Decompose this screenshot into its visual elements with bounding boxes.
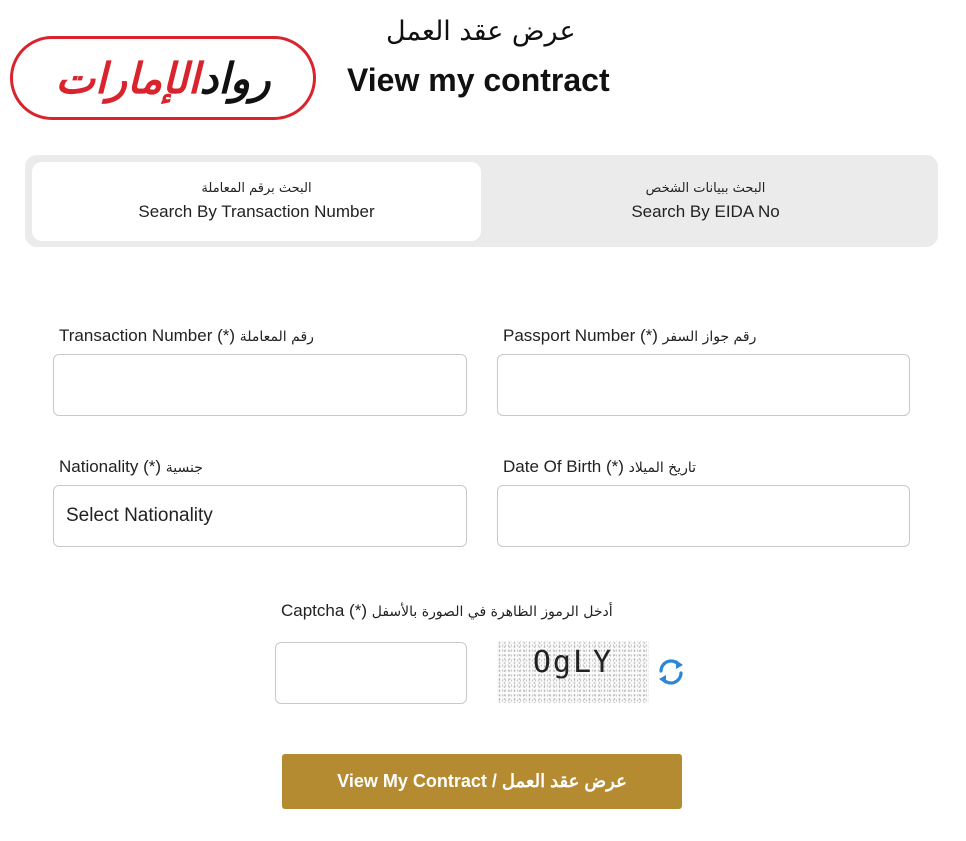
nationality-select[interactable]: Select Nationality <box>53 485 467 547</box>
transaction-number-label-en: Transaction Number (*) <box>59 326 236 345</box>
tab-label: Search By Transaction Number <box>138 202 375 221</box>
page-title-arabic: عرض عقد العمل <box>386 16 576 47</box>
captcha-text: OgLY <box>532 645 614 680</box>
tab-search-by-eida[interactable]: البحث ببيانات الشخص Search By EIDA No <box>481 162 930 241</box>
view-contract-button[interactable]: View My Contract / عرض عقد العمل <box>282 754 682 809</box>
captcha-label-en: Captcha (*) <box>281 601 367 620</box>
logo: روادالإمارات <box>10 36 316 120</box>
passport-number-label-en: Passport Number (*) <box>503 326 658 345</box>
captcha-image: OgLY <box>497 641 649 703</box>
logo-text-black: رواد <box>199 53 272 103</box>
transaction-number-label-ar: رقم المعاملة <box>239 329 314 345</box>
captcha-input[interactable] <box>275 642 467 704</box>
transaction-number-input[interactable] <box>53 354 467 416</box>
nationality-label-ar: جنسية <box>165 460 203 476</box>
tab-label: Search By EIDA No <box>631 202 780 221</box>
transaction-number-label: Transaction Number (*) رقم المعاملة <box>59 326 314 346</box>
tab-label-arabic: البحث برقم المعاملة <box>201 181 312 196</box>
search-tabs: البحث برقم المعاملة Search By Transactio… <box>25 155 938 247</box>
nationality-label-en: Nationality (*) <box>59 457 162 476</box>
passport-number-label: Passport Number (*) رقم جواز السفر <box>503 326 756 346</box>
captcha-label: Captcha (*) أدخل الرموز الظاهرة في الصور… <box>281 601 613 621</box>
logo-text: روادالإمارات <box>55 53 272 103</box>
nationality-label: Nationality (*) جنسية <box>59 457 203 477</box>
nationality-selected-value: Select Nationality <box>66 505 213 526</box>
date-of-birth-label: Date Of Birth (*) تاريخ الميلاد <box>503 457 696 477</box>
refresh-icon[interactable] <box>655 656 687 688</box>
date-of-birth-label-en: Date Of Birth (*) <box>503 457 624 476</box>
page-title: View my contract <box>347 62 610 98</box>
logo-text-red: الإمارات <box>55 53 201 103</box>
date-of-birth-input[interactable] <box>497 485 910 547</box>
date-of-birth-label-ar: تاريخ الميلاد <box>628 460 697 476</box>
tab-search-by-transaction[interactable]: البحث برقم المعاملة Search By Transactio… <box>32 162 481 241</box>
passport-number-input[interactable] <box>497 354 910 416</box>
tab-label-arabic: البحث ببيانات الشخص <box>645 181 766 196</box>
captcha-label-ar: أدخل الرموز الظاهرة في الصورة بالأسفل <box>371 604 613 620</box>
passport-number-label-ar: رقم جواز السفر <box>662 329 757 345</box>
